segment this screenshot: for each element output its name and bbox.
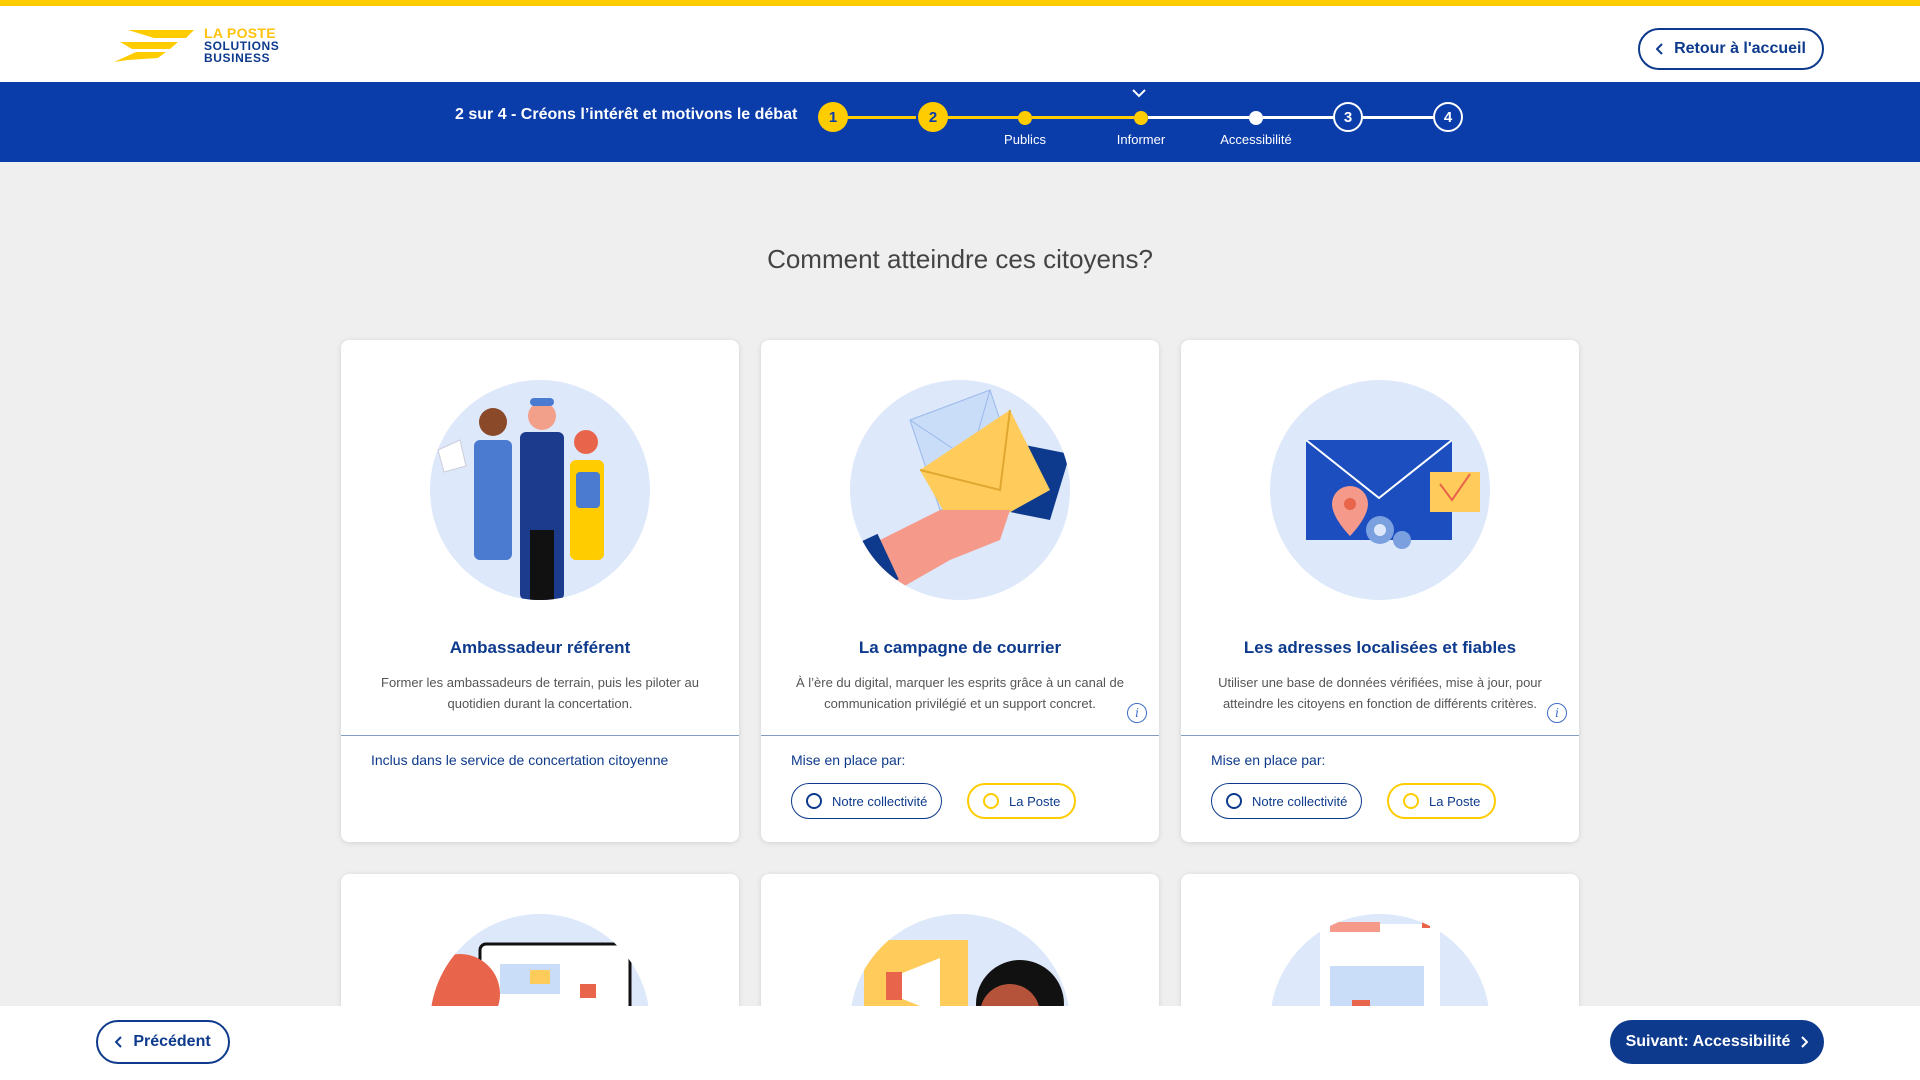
footer-nav: Précédent Suivant: Accessibilité xyxy=(0,1006,1920,1080)
substep-accessibilite-dot[interactable] xyxy=(1249,111,1263,125)
header: LA POSTE SOLUTIONS BUSINESS Retour à l'a… xyxy=(0,6,1920,82)
option-notre-collectivite[interactable]: Notre collectivité xyxy=(791,783,943,819)
step-3-badge[interactable]: 3 xyxy=(1333,102,1363,132)
card-adresses-localisees[interactable]: Les adresses localisées et fiables Utili… xyxy=(1181,340,1579,842)
info-icon[interactable]: i xyxy=(1127,703,1147,723)
radio-icon xyxy=(1403,793,1419,809)
step-2-badge[interactable]: 2 xyxy=(918,102,948,132)
next-button-label: Suivant: Accessibilité xyxy=(1625,1033,1791,1050)
previous-button-label: Précédent xyxy=(133,1033,211,1050)
card-title: Les adresses localisées et fiables xyxy=(1243,638,1517,657)
card-campagne-courrier[interactable]: La campagne de courrier À l’ère du digit… xyxy=(761,340,1159,842)
substep-informer-dot[interactable] xyxy=(1134,111,1148,125)
home-button[interactable]: Retour à l'accueil xyxy=(1638,28,1824,70)
radio-icon xyxy=(983,793,999,809)
stepper-connector xyxy=(846,116,916,119)
la-poste-bird-icon xyxy=(114,30,194,62)
substep-publics-label: Publics xyxy=(1004,132,1046,147)
radio-icon xyxy=(806,793,822,809)
logo-line-1: LA POSTE xyxy=(204,25,276,41)
option-la-poste[interactable]: La Poste xyxy=(967,783,1077,819)
chevron-right-icon xyxy=(1801,1036,1809,1048)
option-label: La Poste xyxy=(1009,793,1061,809)
logo-text: LA POSTE SOLUTIONS BUSINESS xyxy=(204,26,279,64)
previous-button[interactable]: Précédent xyxy=(96,1020,230,1064)
progress-stepper-bar: 2 sur 4 - Créons l’intérêt et motivons l… xyxy=(0,82,1920,162)
substep-informer-label: Informer xyxy=(1116,132,1166,147)
substep-accessibilite-label: Accessibilité xyxy=(1220,132,1292,147)
setup-by-label: Mise en place par: xyxy=(1211,752,1326,768)
stepper-connector xyxy=(946,116,1025,119)
card-title: La campagne de courrier xyxy=(858,638,1062,657)
setup-by-label: Mise en place par: xyxy=(791,752,906,768)
page-question: Comment atteindre ces citoyens? xyxy=(767,244,1153,274)
info-icon[interactable]: i xyxy=(1547,703,1567,723)
step-4-badge[interactable]: 4 xyxy=(1433,102,1463,132)
card-description: Utiliser une base de données vérifiées, … xyxy=(1218,675,1542,711)
card-included-note: Inclus dans le service de concertation c… xyxy=(371,752,669,768)
stepper-connector xyxy=(1263,116,1333,119)
la-poste-logo[interactable]: LA POSTE SOLUTIONS BUSINESS xyxy=(114,23,284,67)
stepper-connector xyxy=(1363,116,1433,119)
chevron-left-icon xyxy=(1656,43,1663,55)
option-notre-collectivite[interactable]: Notre collectivité xyxy=(1211,783,1363,819)
logo-line-3: BUSINESS xyxy=(204,51,271,65)
stepper-connector xyxy=(1148,116,1249,119)
step-1-badge[interactable]: 1 xyxy=(818,102,848,132)
option-la-poste[interactable]: La Poste xyxy=(1387,783,1497,819)
stepper: 1 2 Publics Informer Accessibilité 3 4 xyxy=(0,82,1920,162)
option-label: Notre collectivité xyxy=(1252,793,1348,809)
card-description: À l’ère du digital, marquer les esprits … xyxy=(795,675,1125,711)
addresses-illustration xyxy=(1270,380,1490,600)
card-divider xyxy=(1181,735,1579,736)
home-button-label: Retour à l'accueil xyxy=(1674,40,1806,57)
ambassador-illustration xyxy=(430,380,650,600)
mail-campaign-illustration xyxy=(850,380,1070,600)
radio-icon xyxy=(1226,793,1242,809)
next-button[interactable]: Suivant: Accessibilité xyxy=(1610,1020,1824,1064)
current-step-caret-icon xyxy=(1132,89,1146,98)
substep-publics-dot[interactable] xyxy=(1018,111,1032,125)
card-divider xyxy=(341,735,739,736)
option-label: Notre collectivité xyxy=(832,793,928,809)
stepper-connector xyxy=(1032,116,1134,119)
option-label: La Poste xyxy=(1429,793,1481,809)
card-ambassadeur[interactable]: Ambassadeur référent Former les ambassad… xyxy=(341,340,739,842)
chevron-left-icon xyxy=(115,1036,123,1048)
card-description: Former les ambassadeurs de terrain, puis… xyxy=(381,675,699,711)
card-title: Ambassadeur référent xyxy=(449,638,631,657)
card-divider xyxy=(761,735,1159,736)
